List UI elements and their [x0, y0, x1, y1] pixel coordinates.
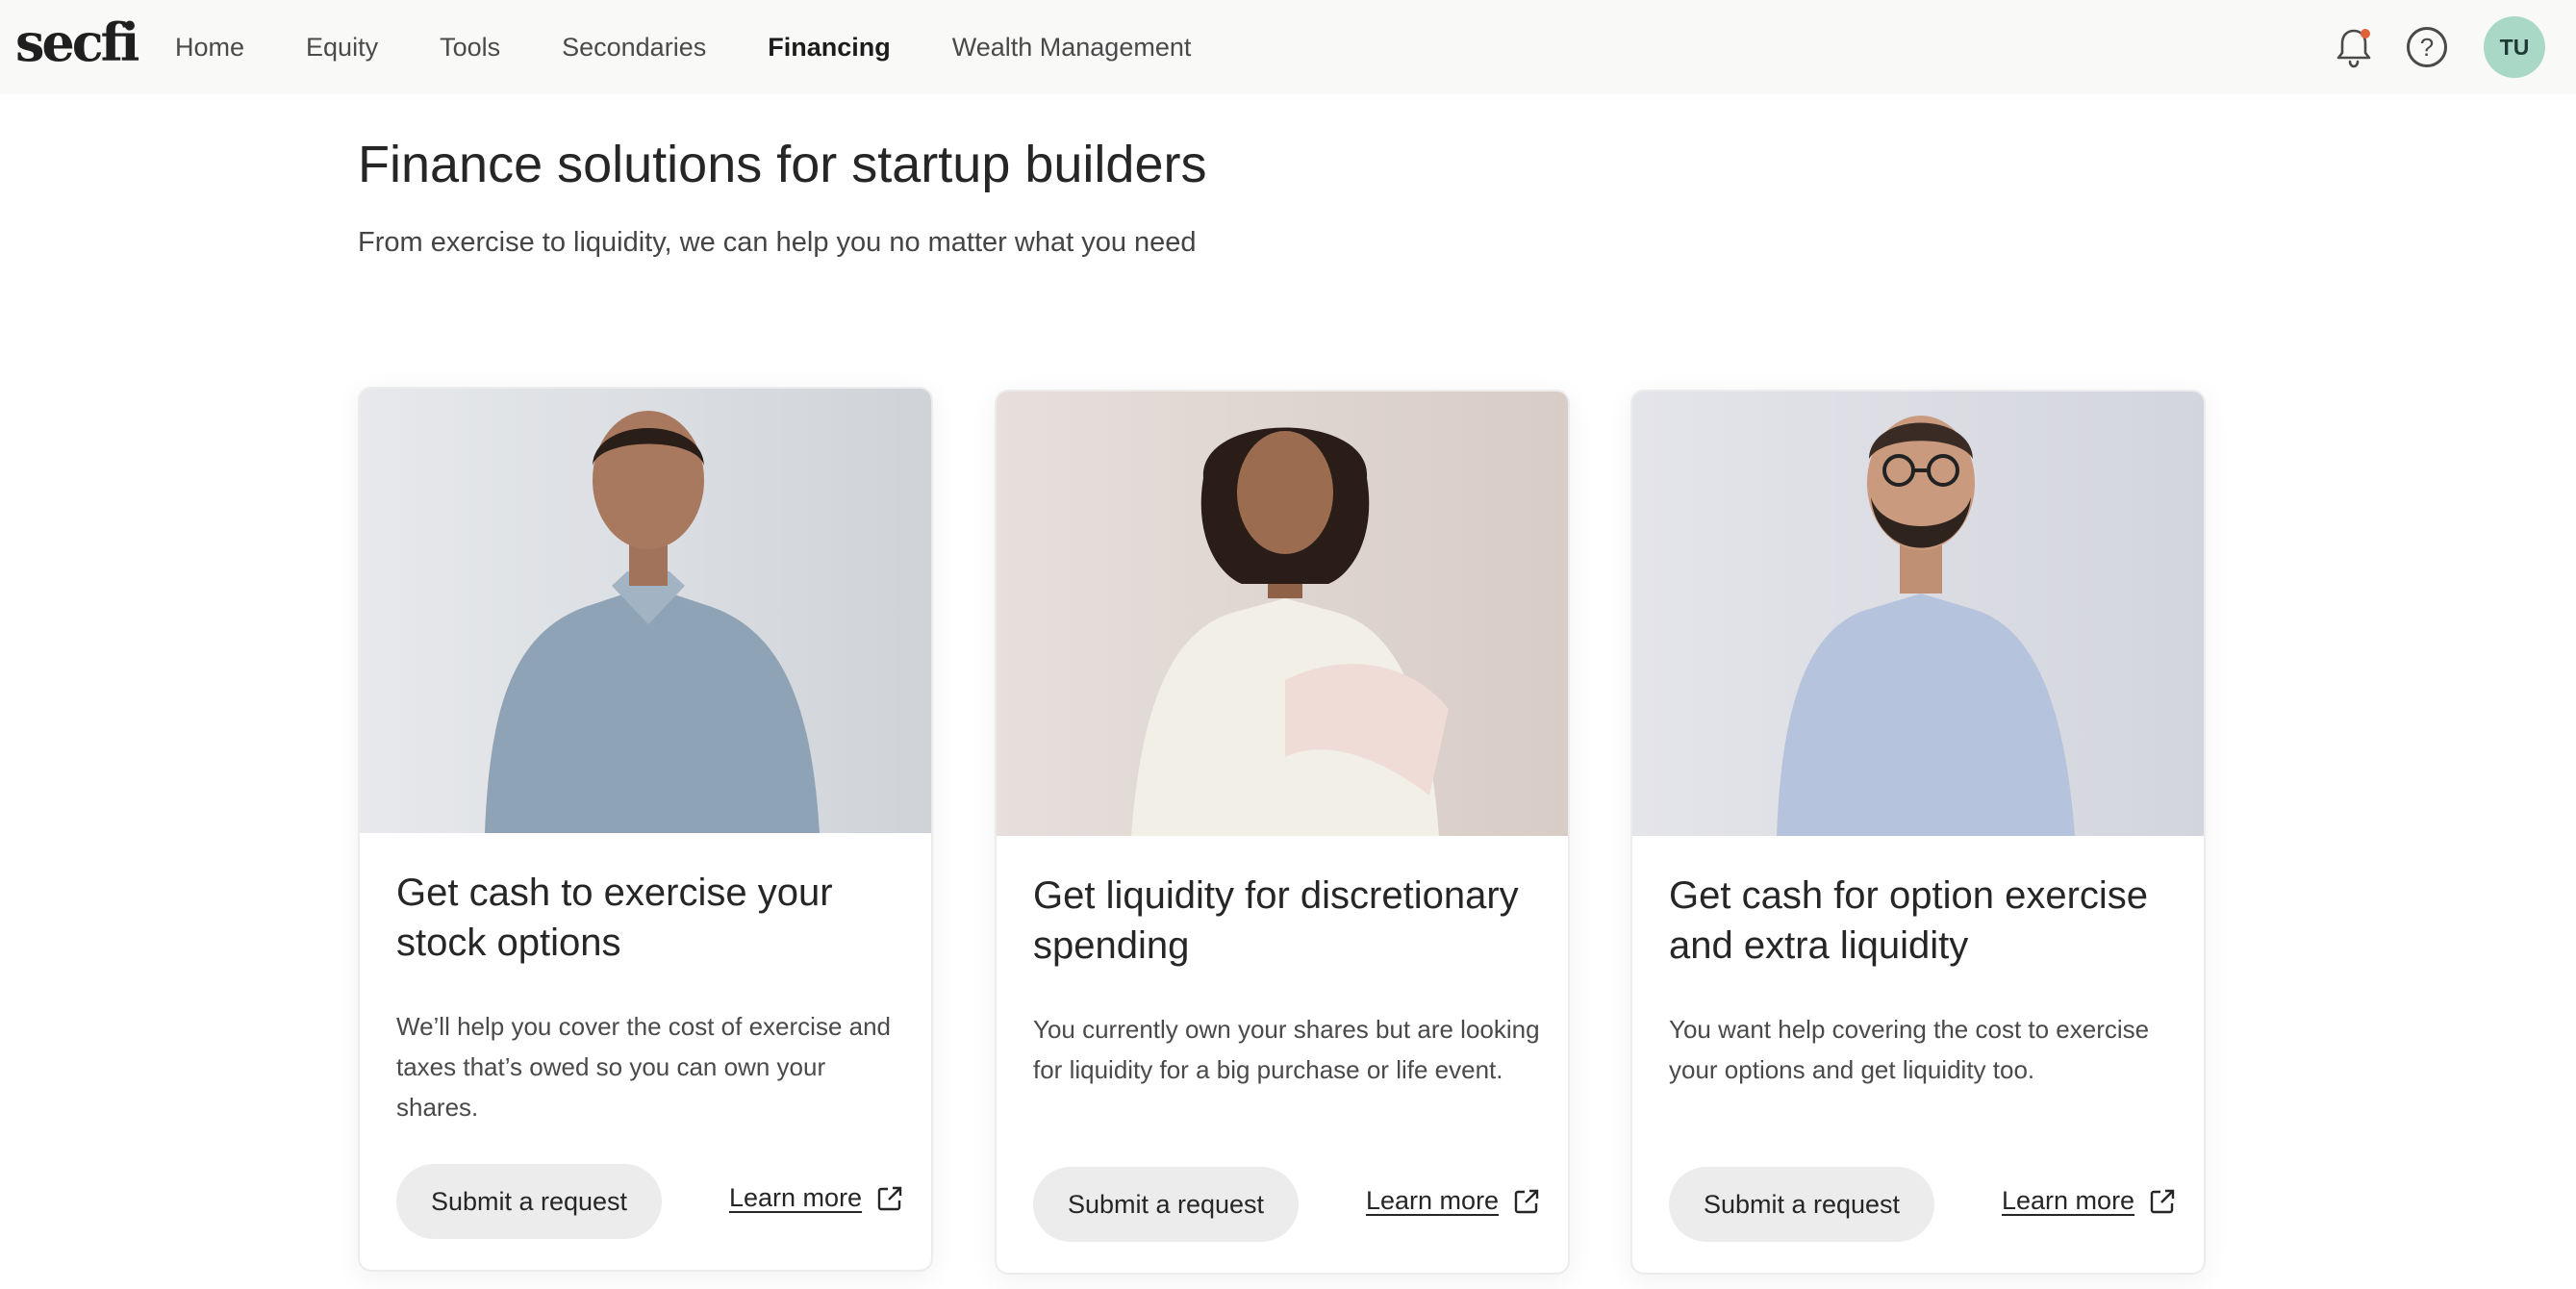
external-link-icon [877, 1186, 902, 1210]
card-description: We’ll help you cover the cost of exercis… [396, 1012, 892, 1122]
submit-request-button[interactable]: Submit a request [1669, 1167, 1934, 1242]
nav-item-secondaries[interactable]: Secondaries [562, 33, 706, 63]
nav-item-home[interactable]: Home [175, 33, 244, 63]
avatar[interactable]: TU [2484, 16, 2545, 78]
card-title: Get cash for option exercise and extra l… [1669, 874, 2149, 967]
submit-request-button[interactable]: Submit a request [396, 1164, 662, 1239]
financing-card-exercise: Get cash to exercise your stock options … [358, 387, 933, 1272]
external-link-icon [1514, 1189, 1539, 1213]
financing-card-exercise-and-liquidity: Get cash for option exercise and extra l… [1630, 390, 2206, 1275]
nav-item-wealth-management[interactable]: Wealth Management [952, 33, 1192, 63]
financing-card-liquidity: Get liquidity for discretionary spending… [995, 390, 1570, 1275]
submit-request-button[interactable]: Submit a request [1033, 1167, 1299, 1242]
learn-more-link[interactable]: Learn more [1366, 1186, 1541, 1216]
top-navigation: secfi Home Equity Tools Secondaries Fina… [0, 0, 2576, 94]
secfi-logo[interactable]: secfi [15, 13, 139, 71]
learn-more-link[interactable]: Learn more [2002, 1186, 2177, 1216]
card-title: Get cash to exercise your stock options [396, 872, 833, 964]
bell-icon[interactable] [2334, 25, 2374, 69]
learn-more-label: Learn more [1366, 1186, 1500, 1215]
nav-item-equity[interactable]: Equity [306, 33, 378, 63]
notification-dot [2361, 29, 2370, 38]
nav-item-financing[interactable]: Financing [768, 33, 891, 63]
external-link-icon [2150, 1189, 2175, 1213]
card-description: You currently own your shares but are lo… [1033, 1015, 1540, 1084]
page-title: Finance solutions for startup builders [358, 136, 1207, 193]
help-circle-icon[interactable]: ? [2407, 27, 2447, 67]
card-photo-woman-white-outfit [997, 392, 1568, 836]
learn-more-label: Learn more [729, 1183, 863, 1212]
card-title: Get liquidity for discretionary spending [1033, 874, 1519, 967]
learn-more-link[interactable]: Learn more [729, 1183, 904, 1213]
card-photo-man-gray-shirt [360, 389, 931, 833]
page-subtitle: From exercise to liquidity, we can help … [358, 227, 1197, 258]
learn-more-label: Learn more [2002, 1186, 2135, 1215]
card-description: You want help covering the cost to exerc… [1669, 1015, 2150, 1084]
nav-item-tools[interactable]: Tools [440, 33, 500, 63]
card-photo-man-glasses [1632, 392, 2204, 836]
main-nav: Home Equity Tools Secondaries Financing … [175, 0, 1252, 94]
